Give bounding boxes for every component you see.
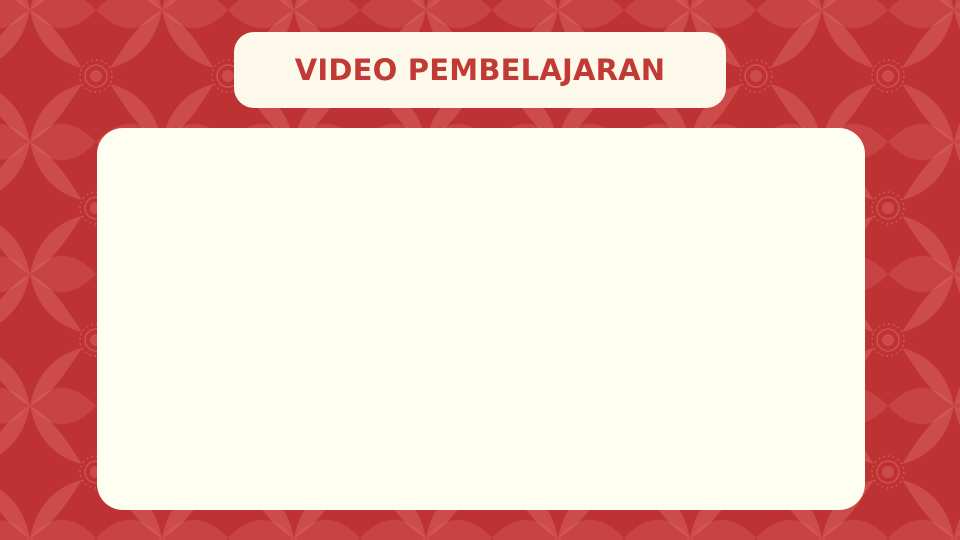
slide: VIDEO PEMBELAJARAN (0, 0, 960, 540)
title-banner: VIDEO PEMBELAJARAN (234, 32, 726, 108)
video-placeholder-panel[interactable] (97, 128, 865, 510)
page-title: VIDEO PEMBELAJARAN (294, 53, 666, 87)
